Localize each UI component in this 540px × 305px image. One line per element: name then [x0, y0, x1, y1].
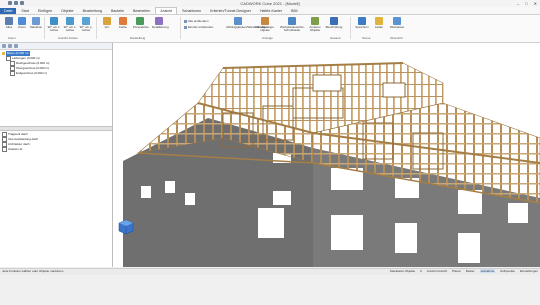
group-show: Anzeige — [262, 36, 273, 40]
rotate-x-button[interactable]: 90° um x-Achse — [63, 17, 77, 33]
zoom-all-button[interactable]: Alles — [2, 17, 16, 33]
status-grid[interactable]: Raster — [466, 269, 475, 273]
detail-icon — [155, 17, 163, 25]
rotate-y-icon — [82, 17, 90, 25]
group-display: Darstellung — [130, 36, 146, 40]
tree-toolbar — [0, 43, 112, 50]
color-button[interactable]: Farbe — [116, 17, 130, 33]
tree-item[interactable]: Erdgeschoss (0.000 m) — [0, 71, 112, 76]
show-all-option[interactable]: Alle einblenden — [184, 19, 209, 23]
collapse-icon[interactable] — [8, 44, 12, 48]
color-icon — [119, 17, 127, 25]
group-rotate: Ansicht drehen — [58, 36, 79, 40]
rotate-x-icon — [66, 17, 74, 25]
dependencies-button[interactable]: Abhängigkeiten/Wandöffnungen — [226, 17, 269, 33]
tab-edit[interactable]: Bearbeiten — [129, 8, 154, 14]
cube-navigator-icon — [118, 219, 134, 235]
tab-components[interactable]: Bauteile — [107, 8, 128, 14]
tab-start[interactable]: Start — [17, 8, 33, 14]
ribbon-panel: Alles Zoom Selektion 90° um z-Achse 90° … — [0, 15, 540, 43]
detail-objects-button[interactable]: Detaillierungs-objekte — [254, 17, 276, 33]
save-icon — [358, 17, 366, 25]
tab-view[interactable]: Ansicht — [155, 7, 178, 14]
rotate-z-button[interactable]: 90° um z-Achse — [47, 17, 61, 33]
zoom-selection-icon — [32, 17, 40, 25]
close-button[interactable]: ✕ — [534, 1, 537, 6]
panel-splitter[interactable] — [0, 126, 112, 131]
load-scene-button[interactable]: Laden — [371, 17, 387, 33]
eye-single-icon — [184, 25, 187, 29]
workplan-interface-button[interactable]: Werkplanansichts-Schnittstelle — [280, 17, 305, 33]
save-scene-button[interactable]: Speichern — [354, 17, 370, 33]
status-selected: Selektierte Objekte — [389, 269, 416, 273]
volume-button[interactable]: Vol. — [100, 17, 114, 33]
tab-bim[interactable]: BIM — [287, 8, 301, 14]
zoom-selection-button[interactable]: Selektion — [29, 17, 43, 33]
labeling-button[interactable]: Beschriftung — [325, 17, 343, 33]
group-total: Gesamt — [330, 36, 341, 40]
rotate-z-icon — [50, 17, 58, 25]
perspective-icon — [136, 17, 144, 25]
tab-insert[interactable]: Einfügen — [34, 8, 56, 14]
rotate-y-button[interactable]: 90° um y-Achse — [79, 17, 93, 33]
status-bar: Jede Funktion wählen oder Objekte markie… — [0, 267, 540, 305]
tab-templates[interactable]: Schablonen — [178, 8, 205, 14]
layer-list: Tragwerk dach Innenverkleidung dach Arch… — [0, 132, 112, 152]
detail-objects-icon — [261, 17, 269, 25]
workplans-button[interactable]: Werkplane — [388, 17, 406, 33]
view-cube[interactable] — [118, 219, 134, 235]
dependencies-icon — [234, 17, 242, 25]
structure-panel: Baum (0.000 m) Laibungen (0.000 m) Dachg… — [0, 43, 113, 267]
tab-processing[interactable]: Bearbeitung — [79, 8, 106, 14]
detail-button[interactable]: Detaillierung — [152, 17, 169, 33]
building-model-render — [123, 62, 540, 267]
status-view[interactable]: Ansicht Ansicht — [427, 269, 447, 273]
status-settings[interactable]: Einstellungen — [520, 269, 538, 273]
status-count: 0 — [420, 269, 422, 273]
zoom-button[interactable]: Zoom — [15, 17, 29, 33]
eye-icon — [184, 19, 187, 23]
perspective-button[interactable]: Perspektive — [133, 17, 149, 33]
expand-icon[interactable] — [2, 44, 6, 48]
status-snap[interactable]: Aufnahme — [479, 269, 496, 273]
other-objects-icon — [311, 17, 319, 25]
show-single-option[interactable]: Einzeln einblenden — [184, 25, 213, 29]
status-items: Selektierte Objekte 0 Ansicht Ansicht Pl… — [390, 269, 538, 273]
workplans-icon — [393, 17, 401, 25]
folder-icon — [375, 17, 383, 25]
maximize-button[interactable]: □ — [525, 1, 527, 6]
tab-objects[interactable]: Objekte — [57, 8, 77, 14]
group-zoom: Zoom — [8, 36, 16, 40]
window-title: CADWORK Cube 2021 - [Modell] — [240, 1, 300, 6]
zoom-all-icon — [5, 17, 13, 25]
status-units[interactable]: Zoll/punkte — [500, 269, 515, 273]
layer-item[interactable]: Caisson dt. — [0, 147, 112, 152]
group-overview: Übersicht — [390, 36, 403, 40]
tab-hafele[interactable]: Hafele-Kanter — [256, 8, 286, 14]
magnifier-icon — [18, 17, 26, 25]
volume-icon — [103, 17, 111, 25]
filter-icon[interactable] — [14, 44, 18, 48]
labeling-icon — [330, 17, 338, 25]
status-message: Jede Funktion wählen oder Objekte markie… — [2, 269, 64, 273]
status-planar[interactable]: Planar — [452, 269, 461, 273]
checkbox[interactable] — [10, 71, 15, 76]
ribbon-tabs: Datei Start Einfügen Objekte Bearbeitung… — [0, 7, 540, 15]
tab-criteria[interactable]: Kriterien/Tunnel-Designer — [206, 8, 255, 14]
group-scene: Szene — [362, 36, 371, 40]
3d-viewport[interactable] — [113, 43, 540, 267]
other-objects-button[interactable]: Anderes Objekte — [307, 17, 323, 33]
building-tree: Baum (0.000 m) Laibungen (0.000 m) Dachg… — [0, 50, 112, 76]
tab-file[interactable]: Datei — [0, 8, 17, 14]
workplan-icon — [288, 17, 296, 25]
checkbox[interactable] — [2, 147, 7, 152]
minimize-button[interactable]: – — [517, 1, 519, 6]
folder-icon — [2, 52, 5, 55]
